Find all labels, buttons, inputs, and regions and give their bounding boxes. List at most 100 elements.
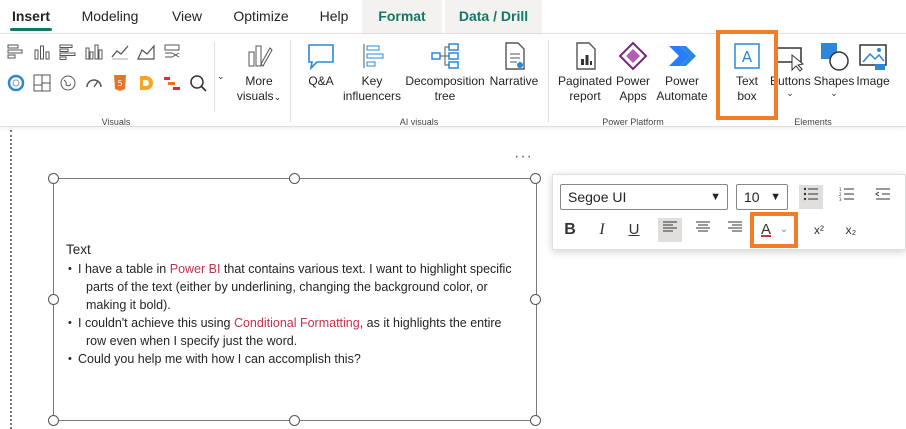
ribbon: 5 ⌄ Visuals More visuals⌄ Q&A Key influe… (0, 30, 906, 128)
treemap-icon[interactable] (32, 73, 52, 93)
key-influencers-label-2: influencers (342, 89, 402, 103)
resize-handle[interactable] (48, 415, 59, 426)
text-box-content[interactable]: Text I have a table in Power BI that con… (66, 241, 516, 368)
key-influencers-label-1: Key (361, 74, 383, 88)
resize-handle[interactable] (530, 415, 541, 426)
resize-handle[interactable] (530, 173, 541, 184)
power-automate-icon (669, 46, 696, 66)
resize-handle[interactable] (289, 415, 300, 426)
clustered-column-chart-icon[interactable] (84, 42, 104, 62)
list-item: Could you help me with how I can accompl… (66, 350, 516, 368)
narrative-icon (505, 42, 525, 70)
text-box-highlight-box (716, 30, 778, 120)
shapes-icon (821, 43, 849, 71)
qa-icon (308, 44, 334, 71)
image-label: Image (856, 74, 890, 88)
gantt-chart-icon[interactable] (162, 73, 182, 93)
more-visuals-label-2: visuals (236, 89, 274, 103)
align-left-icon[interactable] (658, 218, 682, 242)
superscript-button[interactable]: x² (807, 218, 831, 242)
numbered-list-icon[interactable]: 123 (835, 185, 859, 209)
tab-modeling[interactable]: Modeling (72, 0, 148, 33)
decomposition-tree-button[interactable]: Decomposition tree (404, 40, 486, 104)
narrative-button[interactable]: Narrative (488, 40, 540, 89)
tab-format[interactable]: Format (362, 0, 442, 33)
text-format-toolbar: Segoe UI ▼ 10 ▼ 123 B I U A ⌄ x² x₂ (552, 174, 906, 250)
decrease-indent-icon[interactable] (871, 185, 895, 209)
resize-handle[interactable] (289, 173, 300, 184)
buttons-icon (776, 47, 805, 72)
ribbon-separator (548, 40, 549, 122)
bulleted-list-icon[interactable] (799, 185, 823, 209)
ribbon-chart-icon[interactable] (162, 42, 182, 62)
tab-view[interactable]: View (162, 0, 212, 33)
qa-button[interactable]: Q&A (304, 40, 338, 89)
shapes-button[interactable]: Shapes ⌄ (812, 40, 856, 98)
visuals-gallery-expand[interactable]: ⌄ (214, 42, 226, 112)
chevron-down-icon: ▼ (770, 191, 781, 203)
power-platform-group-label: Power Platform (602, 117, 664, 127)
power-apps-label-1: Power (615, 74, 650, 88)
resize-handle[interactable] (530, 294, 541, 305)
power-automate-label-1: Power (664, 74, 699, 88)
bullet-list: I have a table in Power BI that contains… (66, 260, 516, 368)
shapes-label: Shapes (813, 74, 855, 88)
image-button[interactable]: Image (854, 40, 892, 89)
align-center-icon[interactable] (691, 218, 715, 242)
more-visuals-button[interactable]: More visuals⌄ (233, 40, 285, 105)
subscript-button[interactable]: x₂ (839, 218, 863, 242)
canvas-boundary-line (10, 130, 12, 429)
tab-help[interactable]: Help (310, 0, 358, 33)
power-automate-label-2: Automate (656, 89, 708, 103)
font-size-select[interactable]: 10 ▼ (736, 184, 788, 210)
clustered-bar-chart-icon[interactable] (58, 42, 78, 62)
text-box-visual[interactable]: Text I have a table in Power BI that con… (48, 173, 541, 426)
power-apps-button[interactable]: Power Apps (614, 40, 652, 104)
tab-data-drill[interactable]: Data / Drill (445, 0, 542, 33)
font-family-select[interactable]: Segoe UI ▼ (560, 184, 728, 210)
list-item: I have a table in Power BI that contains… (66, 260, 516, 314)
key-influencers-button[interactable]: Key influencers (342, 40, 402, 104)
ai-visuals-group: Q&A Key influencers Decomposition tree N… (292, 34, 546, 128)
align-right-icon[interactable] (723, 218, 747, 242)
italic-button[interactable]: I (590, 218, 614, 242)
map-icon[interactable] (58, 73, 78, 93)
power-apps-icon (618, 41, 648, 71)
gauge-icon[interactable] (84, 73, 104, 93)
search-visual-icon[interactable] (188, 73, 208, 93)
ribbon-separator (290, 40, 291, 122)
bullet-text: I have a table in (78, 262, 170, 276)
visuals-group-label: Visuals (101, 117, 131, 127)
deneb-visual-icon[interactable] (136, 73, 156, 93)
ribbon-tab-bar: Insert Modeling View Optimize Help Forma… (0, 0, 906, 33)
highlighted-text: Power BI (169, 262, 221, 276)
donut-chart-icon[interactable] (6, 73, 26, 93)
svg-text:3: 3 (839, 197, 842, 201)
bullet-text: I couldn't achieve this using (78, 316, 234, 330)
stacked-column-chart-icon[interactable] (32, 42, 52, 62)
bullet-text: Could you help me with how I can accompl… (78, 352, 361, 366)
qa-label: Q&A (308, 74, 334, 88)
power-platform-group: Paginated report Power Apps Power Automa… (550, 34, 716, 128)
more-visuals-label-1: More (245, 74, 273, 88)
tab-insert[interactable]: Insert (6, 0, 56, 33)
paginated-report-label-1: Paginated (557, 74, 613, 88)
paginated-report-button[interactable]: Paginated report (556, 40, 614, 104)
stacked-bar-chart-icon[interactable] (6, 42, 26, 62)
area-chart-icon[interactable] (136, 42, 156, 62)
image-icon (859, 44, 887, 70)
more-options-icon[interactable]: ··· (514, 149, 533, 165)
font-family-value: Segoe UI (568, 189, 627, 205)
tab-optimize[interactable]: Optimize (224, 0, 298, 33)
line-chart-icon[interactable] (110, 42, 130, 62)
power-automate-button[interactable]: Power Automate (654, 40, 710, 104)
html-content-icon[interactable]: 5 (110, 73, 130, 93)
underline-button[interactable]: U (622, 218, 646, 242)
bold-button[interactable]: B (558, 218, 582, 242)
key-influencers-icon (363, 44, 384, 68)
highlighted-text: Conditional Formatting (233, 316, 360, 330)
resize-handle[interactable] (48, 294, 59, 305)
more-visuals-icon (248, 45, 273, 67)
resize-handle[interactable] (48, 173, 59, 184)
decomposition-tree-icon (431, 43, 459, 69)
